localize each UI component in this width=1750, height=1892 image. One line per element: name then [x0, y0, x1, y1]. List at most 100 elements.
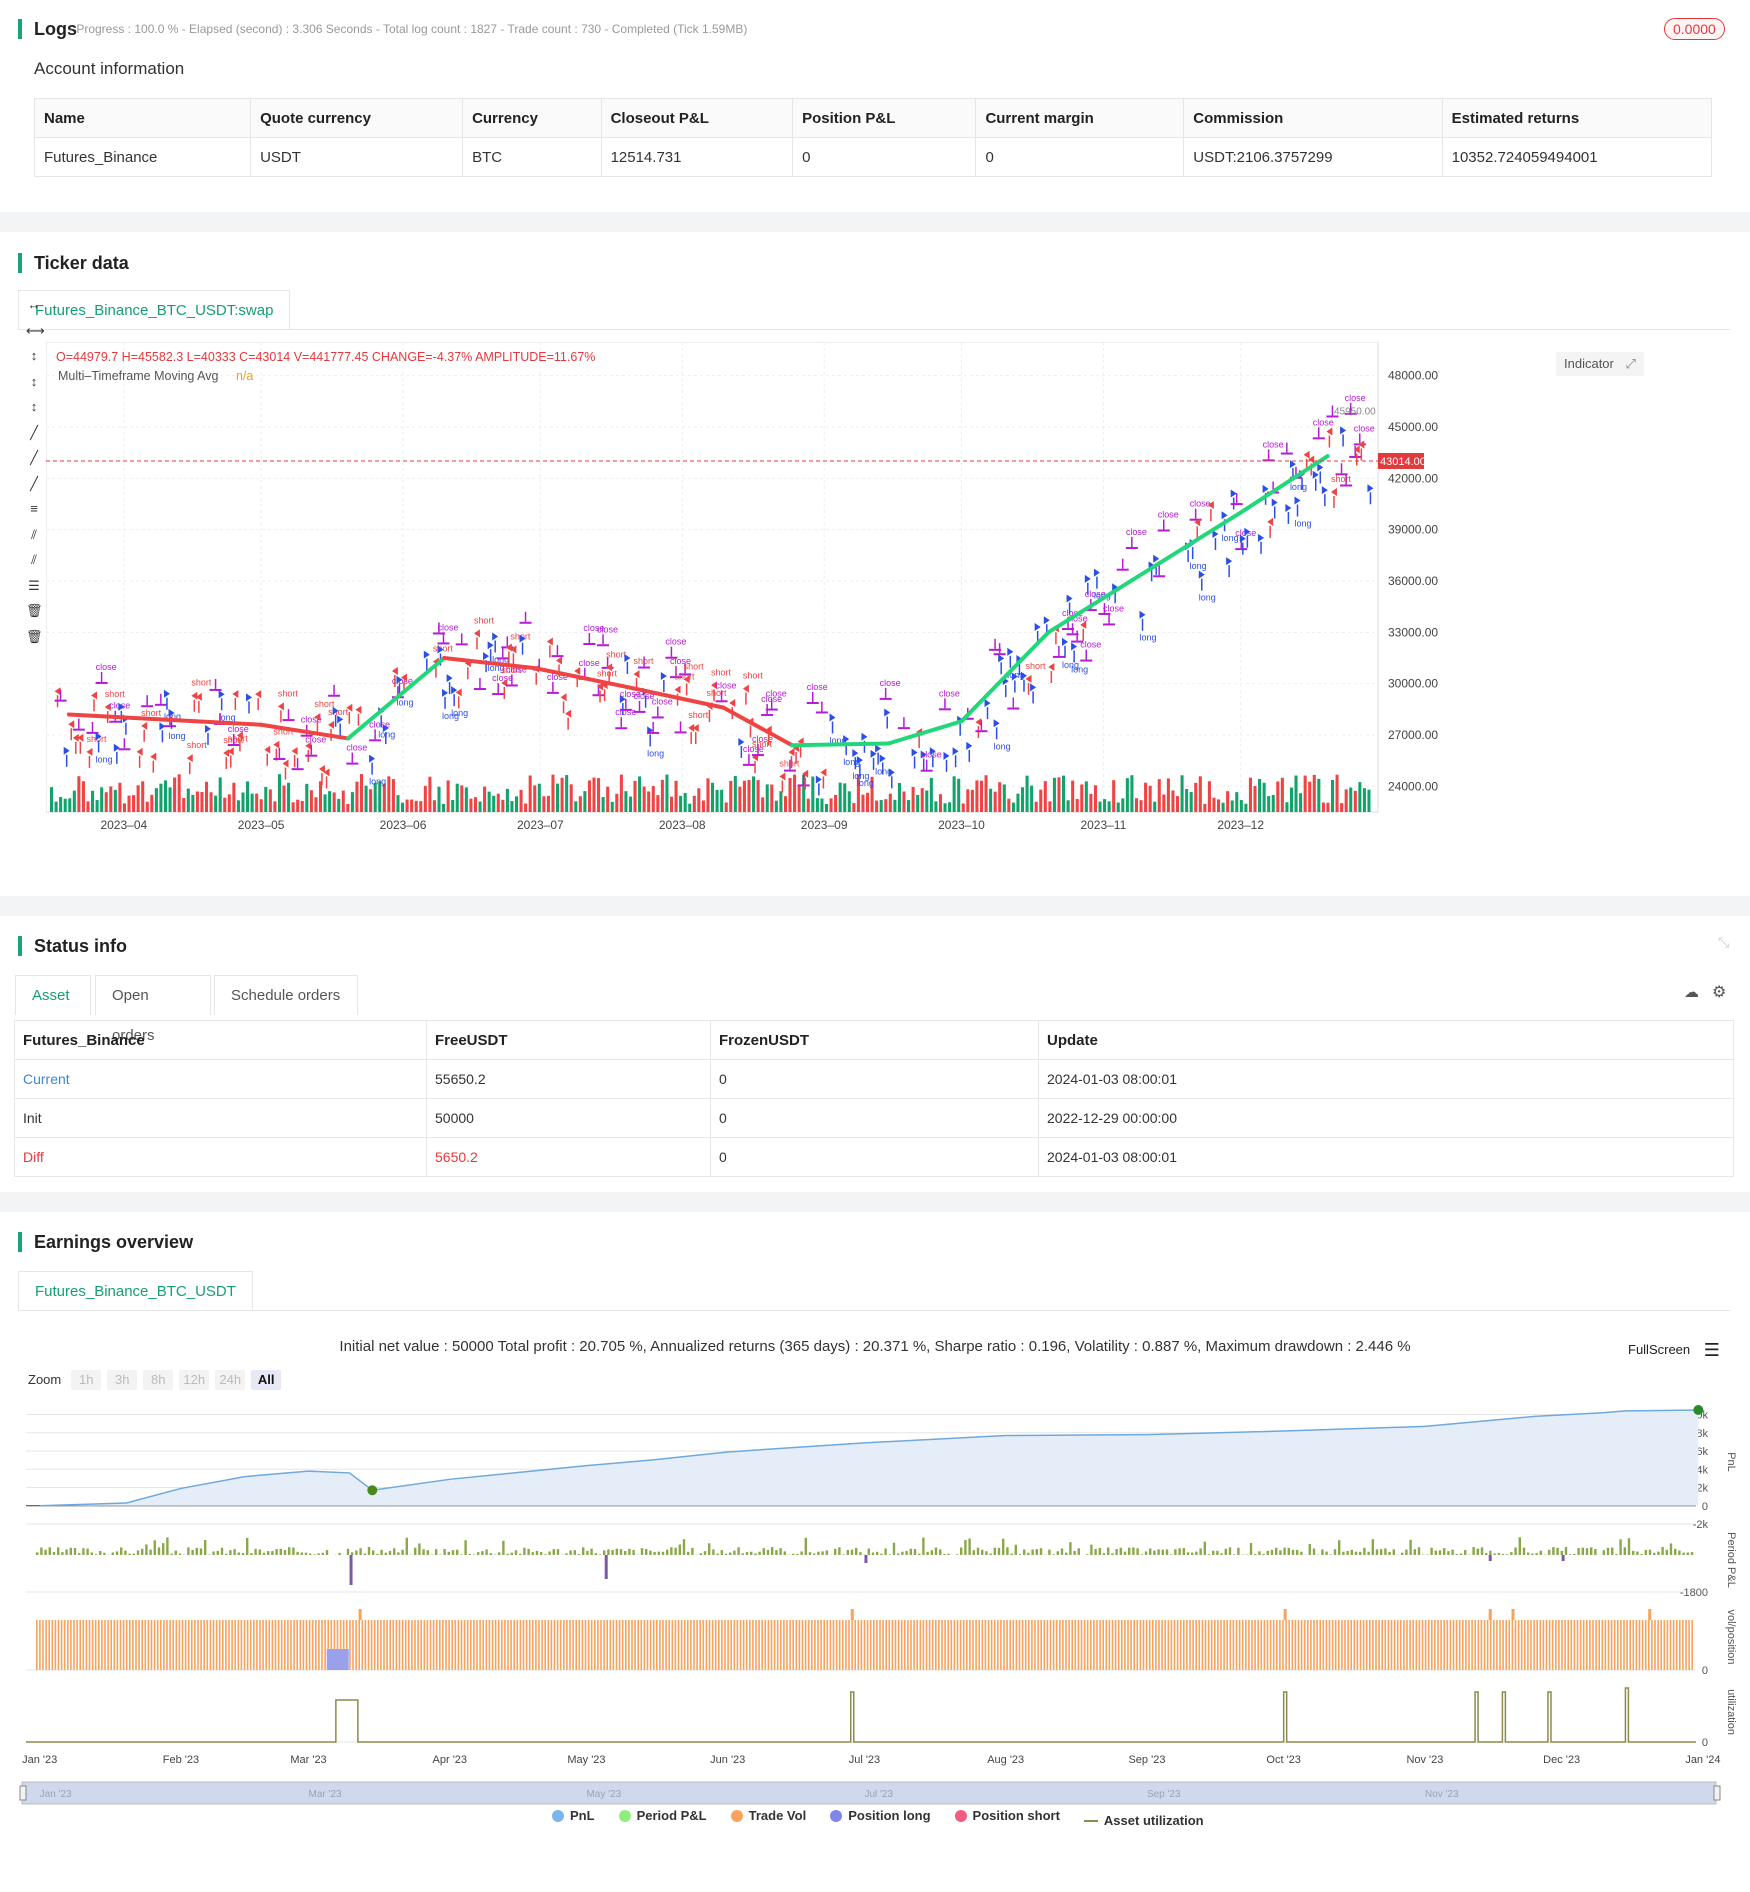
close-marker	[651, 716, 664, 719]
period-pnl-bar	[397, 1552, 400, 1555]
cloud-upload-icon[interactable]: ☁	[1684, 983, 1699, 1001]
trash-icon[interactable]: 🗑	[26, 629, 43, 645]
period-pnl-bar	[241, 1553, 245, 1555]
collapse-icon[interactable]: ⤡	[1718, 934, 1729, 951]
period-pnl-bar	[86, 1548, 89, 1555]
trend-ray-icon[interactable]: ╱	[26, 476, 42, 492]
period-pnl-bar	[1346, 1550, 1349, 1555]
gear-icon[interactable]: ⚙	[1712, 982, 1726, 1002]
zoom-button[interactable]: 24h	[215, 1370, 246, 1390]
volume-bar	[1125, 778, 1129, 812]
expand-icon[interactable]: ⤢	[1626, 356, 1636, 371]
trade-vol-bar	[1449, 1620, 1452, 1670]
parallel-channel-icon[interactable]: ⫽	[26, 552, 42, 568]
legend-item[interactable]: Asset utilization	[1083, 1813, 1204, 1828]
period-loss-bar	[1561, 1555, 1565, 1561]
zoom-button[interactable]: All	[251, 1370, 282, 1390]
trade-vol-bar	[680, 1620, 683, 1670]
trade-vol-bar	[897, 1620, 900, 1670]
volume-bar	[843, 783, 847, 812]
trade-vol-bar	[1223, 1620, 1225, 1670]
volume-bar	[587, 780, 591, 812]
period-pnl-bar	[1035, 1549, 1038, 1555]
close-marker	[95, 681, 108, 684]
zoom-button[interactable]: 1h	[71, 1370, 102, 1390]
horizontal-line-icon[interactable]: ↔	[26, 297, 42, 313]
period-pnl-bar	[422, 1549, 425, 1555]
period-pnl-bar	[985, 1551, 988, 1555]
legend-item[interactable]: PnL	[552, 1808, 595, 1823]
trade-vol-bar	[1015, 1620, 1018, 1670]
tab-ticker-symbol[interactable]: Futures_Binance_BTC_USDT:swap	[18, 290, 291, 330]
vertical-ray-icon[interactable]: ↕	[26, 399, 42, 415]
tab-asset[interactable]: Asset	[15, 975, 91, 1015]
trade-vol-bar	[1598, 1620, 1600, 1670]
trade-vol-bar	[553, 1620, 556, 1670]
fullscreen-button[interactable]: FullScreen ☰	[1628, 1340, 1720, 1361]
menu-icon[interactable]: ☰	[1704, 1340, 1720, 1360]
zoom-button[interactable]: 12h	[179, 1370, 210, 1390]
trade-vol-bar	[807, 1620, 810, 1670]
legend-item[interactable]: Position long	[830, 1808, 931, 1823]
trade-vol-bar	[1527, 1620, 1529, 1670]
long-marker	[204, 724, 211, 733]
volume-bar	[560, 777, 564, 812]
trade-vol-bar	[1006, 1620, 1008, 1670]
zoom-button[interactable]: 3h	[107, 1370, 138, 1390]
vertical-segment-icon[interactable]: ╱	[26, 425, 42, 441]
tab-schedule-orders[interactable]: Schedule orders	[214, 975, 358, 1015]
volume-bar	[1175, 796, 1180, 812]
earnings-chart[interactable]: 10k8k6k4k2k0-2k-180000PnLPeriod P&Lvol/p…	[0, 1402, 1750, 1872]
logs-badge: 0.0000	[1664, 18, 1725, 40]
trade-vol-bar	[525, 1620, 528, 1670]
period-pnl-bar	[871, 1552, 875, 1555]
horizontal-ray-icon[interactable]: ⟷	[26, 323, 45, 339]
period-pnl-bar	[855, 1547, 858, 1555]
trade-vol-bar	[45, 1620, 47, 1670]
legend-item[interactable]: Position short	[954, 1808, 1060, 1823]
trade-vol-bar	[367, 1620, 370, 1670]
vertical-line-icon[interactable]: ↕	[26, 374, 42, 390]
legend-item[interactable]: Trade Vol	[730, 1808, 806, 1823]
horizontal-segment-icon[interactable]: ↕	[26, 348, 42, 364]
short-marker	[391, 666, 398, 675]
tab-open-orders[interactable]: Open orders	[95, 975, 211, 1044]
period-pnl-bar	[1056, 1551, 1059, 1555]
trade-vol-bar	[606, 1620, 608, 1670]
close-marker	[492, 693, 505, 696]
period-pnl-bar	[1111, 1553, 1114, 1555]
layers-icon[interactable]: 🗑	[26, 603, 43, 619]
trade-vol-bar	[1207, 1620, 1210, 1670]
long-marker	[483, 652, 490, 661]
navigator-tick-label: Sep '23	[1147, 1789, 1181, 1800]
indicator-button[interactable]: Indicator ⤢	[1556, 352, 1644, 376]
short-marker	[136, 747, 143, 756]
trade-vol-bar	[1644, 1620, 1647, 1670]
account-cell: BTC	[462, 137, 602, 177]
signal-label: long	[647, 748, 664, 758]
trade-vol-bar	[488, 1620, 491, 1670]
logs-progress: - Progress : 100.0 % - Elapsed (second) …	[69, 22, 748, 36]
zoom-button[interactable]: 8h	[143, 1370, 174, 1390]
candlestick-chart[interactable]: 48000.0045000.0042000.0039000.0036000.00…	[46, 342, 1746, 902]
period-pnl-bar	[573, 1550, 576, 1555]
fib-channel-icon[interactable]: ☰	[26, 578, 42, 594]
extended-line-icon[interactable]: ≡	[26, 501, 42, 517]
close-marker	[209, 688, 222, 691]
volume-bar	[419, 801, 423, 812]
signal-label: short	[684, 661, 705, 671]
legend-swatch	[830, 1809, 843, 1822]
volume-bar	[464, 787, 468, 812]
trade-vol-bar	[1443, 1620, 1445, 1670]
volume-bar	[970, 789, 974, 812]
trade-vol-bar	[575, 1620, 577, 1670]
trend-line-icon[interactable]: ╱	[26, 450, 42, 466]
volume-bar	[132, 795, 136, 812]
price-label-icon[interactable]: ⫽	[26, 527, 42, 543]
legend-item[interactable]: Period P&L	[618, 1808, 707, 1823]
close-marker	[1340, 484, 1353, 487]
status-cell[interactable]: Current	[14, 1059, 427, 1099]
trade-vol-bar	[1142, 1620, 1145, 1670]
tab-earnings-symbol[interactable]: Futures_Binance_BTC_USDT	[18, 1271, 253, 1311]
period-pnl-bar	[1489, 1550, 1492, 1555]
